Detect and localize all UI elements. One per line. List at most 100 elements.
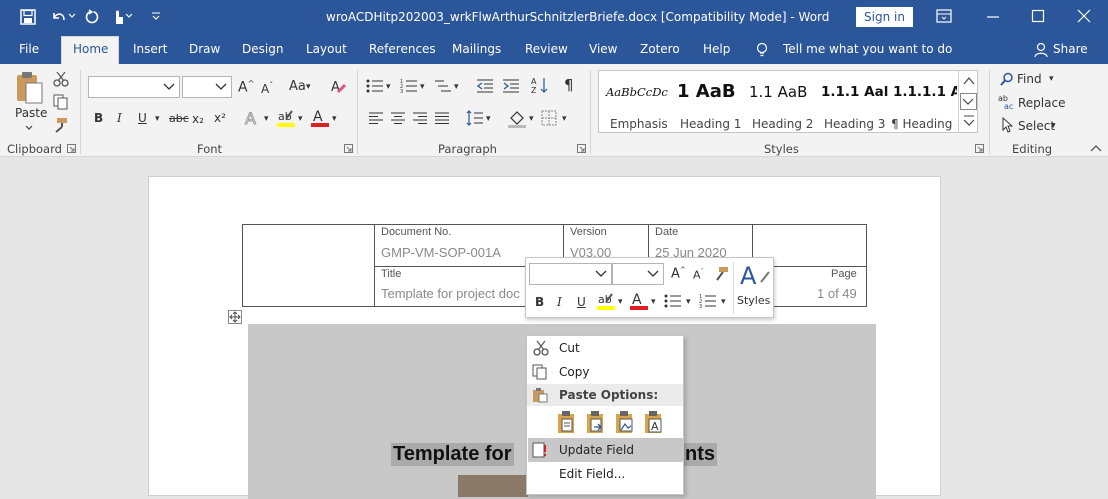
mini-format-painter-icon[interactable] <box>713 266 729 282</box>
ribbon-display-options-icon[interactable] <box>936 9 952 23</box>
superscript-button[interactable]: x² <box>214 112 226 124</box>
clipboard-launcher-icon[interactable] <box>67 144 76 153</box>
cut-icon[interactable] <box>53 71 69 87</box>
line-spacing-icon[interactable] <box>466 109 484 127</box>
align-center-icon[interactable] <box>390 111 406 125</box>
underline-dropdown-icon[interactable]: ▾ <box>155 115 160 124</box>
more-styles-icon[interactable] <box>962 113 976 129</box>
tab-draw[interactable]: Draw <box>189 42 220 56</box>
text-effects-dropdown-icon[interactable]: ▾ <box>264 115 269 124</box>
highlight-dropdown-icon[interactable]: ▾ <box>298 115 303 124</box>
copy-icon[interactable] <box>53 94 69 110</box>
tab-insert[interactable]: Insert <box>133 42 167 56</box>
style-emphasis[interactable]: AaBbCcDc Emphasis <box>599 71 671 132</box>
bullets-icon[interactable] <box>366 78 384 94</box>
numbering-icon[interactable]: 123 <box>400 78 418 94</box>
mini-font-color-icon[interactable]: A <box>629 291 649 311</box>
mini-styles-label[interactable]: Styles <box>737 294 770 307</box>
font-launcher-icon[interactable] <box>344 144 353 153</box>
replace-button[interactable]: Replace <box>1018 96 1065 110</box>
menu-item-copy[interactable]: Copy <box>527 360 683 384</box>
paste-icon[interactable] <box>14 71 44 105</box>
mini-highlight-dropdown-icon[interactable]: ▾ <box>618 298 623 307</box>
shading-dropdown-icon[interactable]: ▾ <box>529 115 534 124</box>
paste-picture-icon[interactable] <box>615 410 637 434</box>
select-dropdown-icon[interactable]: ▾ <box>1051 122 1056 131</box>
style-heading-4[interactable]: 1.1.1.1 A ¶ Heading 4 <box>887 71 957 132</box>
strikethrough-button[interactable]: abc <box>169 113 189 124</box>
mini-numbering-dropdown-icon[interactable]: ▾ <box>721 298 726 307</box>
numbering-dropdown-icon[interactable]: ▾ <box>420 83 425 92</box>
tell-me-search[interactable]: Tell me what you want to do <box>783 42 952 56</box>
table-move-handle-icon[interactable] <box>228 310 242 324</box>
tab-mailings[interactable]: Mailings <box>452 42 501 56</box>
clear-formatting-icon[interactable]: A <box>330 78 346 94</box>
menu-item-cut[interactable]: Cut <box>527 336 683 360</box>
mini-bullets-icon[interactable] <box>664 293 682 309</box>
tab-file[interactable]: File <box>19 42 39 56</box>
mini-bold-button[interactable]: B <box>535 296 544 308</box>
style-heading-1[interactable]: 1 AaB Heading 1 <box>671 71 743 132</box>
paste-label[interactable]: Paste <box>15 106 47 120</box>
change-case-button[interactable]: Aa <box>289 80 306 93</box>
mini-grow-font-icon[interactable]: A^ <box>671 267 686 281</box>
multilevel-dropdown-icon[interactable]: ▾ <box>454 83 459 92</box>
shading-icon[interactable] <box>507 108 527 128</box>
tab-layout[interactable]: Layout <box>306 42 347 56</box>
mini-shrink-font-icon[interactable]: Aˇ <box>693 269 704 281</box>
style-heading-2[interactable]: 1.1 AaB Heading 2 <box>743 71 815 132</box>
sign-in-button[interactable]: Sign in <box>856 7 913 27</box>
paragraph-launcher-icon[interactable] <box>577 144 586 153</box>
scroll-down-icon[interactable] <box>960 93 977 110</box>
scroll-up-icon[interactable] <box>962 74 976 88</box>
italic-button[interactable]: I <box>117 112 122 124</box>
collapse-ribbon-icon[interactable] <box>1090 144 1102 152</box>
grow-font-icon[interactable]: A^ <box>238 80 254 95</box>
tab-help[interactable]: Help <box>703 42 730 56</box>
touch-dropdown-icon[interactable] <box>125 13 133 19</box>
format-painter-icon[interactable] <box>53 117 69 133</box>
increase-indent-icon[interactable] <box>502 78 520 94</box>
decrease-indent-icon[interactable] <box>476 78 494 94</box>
style-heading-3[interactable]: 1.1.1 Aal Heading 3 <box>815 71 888 132</box>
justify-icon[interactable] <box>434 111 450 125</box>
paste-dropdown-icon[interactable] <box>25 125 33 131</box>
close-icon[interactable] <box>1077 9 1091 23</box>
mini-font-name-dropdown[interactable] <box>529 263 612 285</box>
mini-highlight-icon[interactable]: ab <box>596 291 616 311</box>
mini-numbering-icon[interactable]: 123 <box>699 293 717 309</box>
undo-dropdown-icon[interactable] <box>68 13 76 19</box>
mini-bullets-dropdown-icon[interactable]: ▾ <box>686 298 691 307</box>
tab-zotero[interactable]: Zotero <box>640 42 680 56</box>
mini-styles-icon[interactable]: A <box>739 262 771 290</box>
styles-launcher-icon[interactable] <box>975 144 984 153</box>
mini-font-size-dropdown[interactable] <box>612 263 664 285</box>
select-button[interactable]: Select <box>1018 119 1055 133</box>
mini-underline-button[interactable]: U <box>577 296 586 308</box>
tab-design[interactable]: Design <box>242 42 283 56</box>
underline-button[interactable]: U <box>138 112 147 124</box>
paste-merge-icon[interactable] <box>586 410 608 434</box>
maximize-icon[interactable] <box>1031 9 1045 23</box>
subscript-button[interactable]: x₂ <box>192 113 204 125</box>
text-effects-icon[interactable]: A <box>244 109 262 127</box>
save-icon[interactable] <box>20 9 36 25</box>
bold-button[interactable]: B <box>94 112 103 124</box>
font-size-dropdown[interactable] <box>182 76 232 98</box>
undo-icon[interactable] <box>50 9 66 25</box>
paste-text-only-icon[interactable]: A <box>644 410 666 434</box>
tab-references[interactable]: References <box>369 42 436 56</box>
customize-toolbar-icon[interactable] <box>150 10 162 22</box>
find-button[interactable]: Find <box>1017 72 1042 86</box>
borders-dropdown-icon[interactable]: ▾ <box>562 115 567 124</box>
tab-home[interactable]: Home <box>73 42 108 56</box>
multilevel-list-icon[interactable] <box>434 78 452 94</box>
share-button[interactable]: Share <box>1053 42 1088 56</box>
menu-item-edit-field[interactable]: Edit Field... <box>527 462 683 486</box>
font-name-dropdown[interactable] <box>88 76 180 98</box>
borders-icon[interactable] <box>541 110 557 126</box>
show-formatting-icon[interactable]: ¶ <box>564 78 574 93</box>
paste-keep-source-icon[interactable] <box>557 410 579 434</box>
sort-icon[interactable]: AZ <box>531 76 549 94</box>
font-color-dropdown-icon[interactable]: ▾ <box>332 115 337 124</box>
